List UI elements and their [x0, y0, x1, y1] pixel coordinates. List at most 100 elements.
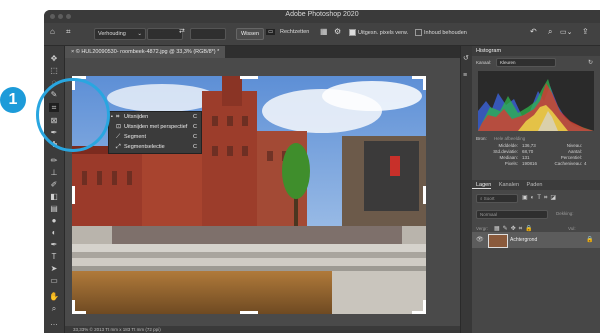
layer-row[interactable]: 👁 Achtergrond 🔒 [472, 232, 600, 248]
brush-tool-icon[interactable]: ✏ [49, 156, 59, 165]
layer-thumbnail [488, 234, 508, 248]
median-value: 131 [522, 155, 530, 160]
title-bar: Adobe Photoshop 2020 [44, 10, 600, 23]
pixels-value: 190816 [522, 161, 538, 166]
channel-dropdown-value: Kleuren [500, 60, 516, 65]
flyout-item-perspective-crop[interactable]: ⊡ Uitsnijden met perspectief C [109, 122, 201, 132]
path-select-tool-icon[interactable]: ➤ [49, 264, 59, 273]
zoom-tool-icon[interactable]: ⌕ [49, 304, 59, 313]
crop-tool-preset-icon[interactable]: ⌗ [66, 27, 71, 37]
layer-name: Achtergrond [510, 237, 538, 243]
mean-value: 136,73 [522, 143, 536, 148]
crop-icon: ⌗ [116, 114, 120, 120]
flyout-item-slice[interactable]: ⟋ Segment C [109, 132, 201, 142]
source-value[interactable]: Hele afbeelding [494, 136, 525, 141]
options-bar: ⌂ ⌗ Verhouding ⌄ ⇄ Wissen ▭ Rechtzetten … [44, 23, 600, 46]
fill-label: Vul: [568, 226, 576, 231]
layer-lock-icon[interactable]: 🔒 [586, 236, 593, 243]
tab-channels[interactable]: Kanalen [493, 182, 519, 188]
tab-paths[interactable]: Paden [521, 182, 543, 188]
crop-tool-flyout: ▪ ⌗ Uitsnijden C ⊡ Uitsnijden met perspe… [108, 111, 202, 154]
marquee-tool-icon[interactable]: ⬚ [49, 66, 59, 75]
properties-icon[interactable]: ≡ [463, 72, 467, 79]
pen-tool-icon[interactable]: ✒ [49, 240, 59, 249]
callout-ring [36, 78, 110, 152]
layer-filter-dropdown[interactable]: ⌕ Soort [476, 194, 518, 203]
cache-label: Cacheniveau: [554, 161, 582, 166]
ratio-dropdown[interactable]: Verhouding ⌄ [94, 28, 146, 40]
stamp-tool-icon[interactable]: ⊥ [49, 168, 59, 177]
document-tab[interactable]: × © HUL20090530- roombeek-4872.jpg @ 33,… [65, 46, 226, 58]
type-tool-icon[interactable]: T [49, 252, 59, 261]
search-icon[interactable]: ⌕ [548, 27, 552, 37]
content-aware-label: Inhoud behouden [424, 29, 467, 36]
straighten-icon[interactable]: ▭ [266, 29, 276, 35]
move-tool-icon[interactable]: ✥ [49, 54, 59, 63]
flyout-item-crop[interactable]: ▪ ⌗ Uitsnijden C [109, 112, 201, 122]
status-bar: 33,33% © 2013 Tt mm x 183 Tt mm (72 ppi) [65, 326, 468, 333]
flyout-item-crop-label: Uitsnijden [124, 114, 149, 120]
straighten-label[interactable]: Rechtzetten [280, 29, 309, 35]
histogram-panel-header: Histogram [472, 46, 600, 56]
level-label: Niveau: [566, 143, 582, 148]
document-tab-bar: × © HUL20090530- roombeek-4872.jpg @ 33,… [65, 46, 460, 58]
layers-panel-header: Lagen Kanalen Paden [472, 180, 600, 190]
checkbox-checked-icon [349, 29, 356, 36]
percentile-label: Percentiel: [560, 155, 582, 160]
gear-icon[interactable]: ⚙ [334, 27, 341, 36]
histogram-title: Histogram [476, 48, 502, 54]
workspace-icon[interactable]: ▭⌄ [560, 28, 572, 36]
chevron-down-icon: ⌄ [137, 31, 142, 37]
opacity-label: Dekking: [556, 211, 574, 216]
tab-layers[interactable]: Lagen [472, 182, 492, 189]
blur-tool-icon[interactable]: ● [49, 216, 59, 225]
history-brush-icon[interactable]: ✐ [49, 180, 59, 189]
pixels-label: Pixels: [504, 161, 518, 166]
undo-icon[interactable]: ↶ [530, 27, 537, 36]
swap-icon[interactable]: ⇄ [179, 27, 185, 35]
layer-filter-icons[interactable]: ▣◐T⌗◪ [522, 194, 559, 202]
mean-label: Middelde: [498, 143, 518, 148]
source-label: Bron: [476, 136, 487, 141]
more-tools-icon[interactable]: … [49, 318, 59, 327]
visibility-eye-icon[interactable]: 👁 [476, 236, 484, 243]
gradient-tool-icon[interactable]: ▤ [49, 204, 59, 213]
document-tab-title: © HUL20090530- roombeek-4872.jpg @ 33,3%… [75, 49, 220, 55]
grid-overlay-icon[interactable]: ▦ [320, 27, 328, 36]
delete-pixels-checkbox[interactable]: Uitgesn. pixels verw. [349, 29, 408, 36]
callout-number-badge: 1 [0, 87, 26, 113]
content-aware-checkbox[interactable]: Inhoud behouden [415, 29, 467, 36]
lock-label: Vergr: [476, 226, 489, 231]
refresh-icon[interactable]: ↻ [588, 59, 593, 66]
flyout-item-slice-select-shortcut: C [193, 144, 197, 150]
slice-select-icon: ⤢ [116, 144, 121, 150]
flyout-item-slice-select-label: Segmentselectie [124, 144, 165, 150]
perspective-crop-icon: ⊡ [116, 124, 122, 130]
channel-dropdown[interactable]: Kleuren [496, 58, 556, 67]
clear-button[interactable]: Wissen [236, 28, 265, 40]
eraser-tool-icon[interactable]: ◧ [49, 192, 59, 201]
share-icon[interactable]: ⇪ [582, 27, 589, 36]
height-field[interactable] [190, 28, 226, 40]
flyout-item-crop-shortcut: C [193, 114, 197, 120]
flyout-item-perspective-crop-label: Uitsnijden met perspectief [124, 124, 188, 130]
checkbox-unchecked-icon [415, 29, 422, 36]
delete-pixels-label: Uitgesn. pixels verw. [358, 29, 409, 36]
layer-filter-label: Soort [483, 196, 495, 201]
flyout-item-slice-select[interactable]: ⤢ Segmentselectie C [109, 142, 201, 152]
home-icon[interactable]: ⌂ [50, 27, 55, 36]
blend-mode-value: Normaal [480, 212, 498, 217]
blend-mode-dropdown[interactable]: Normaal [476, 210, 548, 219]
dodge-tool-icon[interactable]: ◐ [49, 228, 59, 237]
width-field[interactable] [147, 28, 183, 40]
rectangle-tool-icon[interactable]: ▭ [49, 276, 59, 285]
channel-label: Kanaal: [476, 60, 492, 65]
count-label: Aantal: [567, 149, 582, 154]
hand-tool-icon[interactable]: ✋ [49, 292, 59, 301]
median-label: Mediaan: [499, 155, 518, 160]
slice-icon: ⟋ [116, 134, 121, 140]
histogram-graph [478, 71, 594, 131]
flyout-item-perspective-crop-shortcut: C [193, 124, 197, 130]
history-icon[interactable]: ↺ [463, 54, 469, 62]
right-panel: Histogram Kanaal: Kleuren ↻ Bron: Hele a… [472, 46, 600, 333]
